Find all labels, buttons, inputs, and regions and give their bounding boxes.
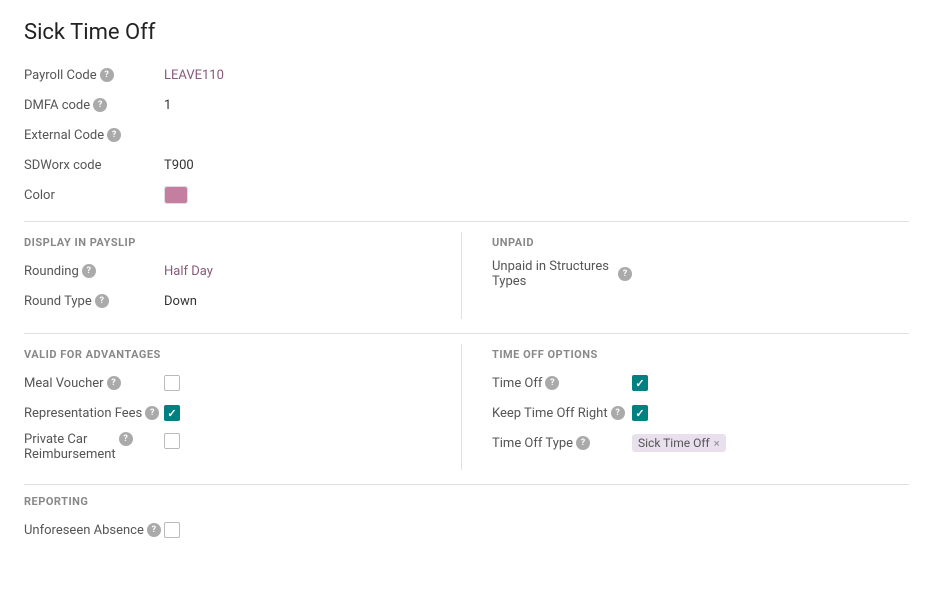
keep-time-off-right-label: Keep Time Off Right ? xyxy=(492,406,632,421)
payroll-code-row: Payroll Code ? LEAVE110 xyxy=(24,63,909,87)
dmfa-code-value: 1 xyxy=(164,98,171,113)
divider-bottom xyxy=(24,484,909,485)
time-off-type-help-icon[interactable]: ? xyxy=(576,436,590,450)
rounding-row: Rounding ? Half Day xyxy=(24,259,441,283)
meal-voucher-row: Meal Voucher ? xyxy=(24,371,441,395)
round-type-row: Round Type ? Down xyxy=(24,289,441,313)
round-type-label: Round Type ? xyxy=(24,294,164,309)
unpaid-section: UNPAID Unpaid in Structures Types ? xyxy=(462,232,909,319)
private-car-row: Private Car Reimbursement ? xyxy=(24,431,441,462)
payroll-code-label: Payroll Code ? xyxy=(24,68,164,83)
payroll-code-value: LEAVE110 xyxy=(164,68,224,83)
unpaid-in-structures-row: Unpaid in Structures Types ? xyxy=(492,259,909,289)
display-in-payslip-title: DISPLAY IN PAYSLIP xyxy=(24,236,441,249)
private-car-label: Private Car Reimbursement ? xyxy=(24,431,164,462)
sdworx-code-label: SDWorx code xyxy=(24,158,164,173)
unforeseen-absence-checkbox[interactable] xyxy=(164,522,180,538)
color-swatch[interactable] xyxy=(164,186,188,204)
rounding-help-icon[interactable]: ? xyxy=(82,264,96,278)
page-title: Sick Time Off xyxy=(24,20,909,45)
representation-fees-checkbox[interactable] xyxy=(164,405,180,421)
external-code-help-icon[interactable]: ? xyxy=(107,128,121,142)
time-off-help-icon[interactable]: ? xyxy=(545,376,559,390)
rounding-label: Rounding ? xyxy=(24,264,164,279)
time-off-type-label: Time Off Type ? xyxy=(492,436,632,451)
representation-fees-label: Representation Fees ? xyxy=(24,406,164,421)
round-type-value: Down xyxy=(164,294,197,309)
unpaid-title: UNPAID xyxy=(492,236,909,249)
valid-for-advantages-section: VALID FOR ADVANTAGES Meal Voucher ? Repr… xyxy=(24,344,462,470)
time-off-options-section: TIME OFF OPTIONS Time Off ? Keep Time Of… xyxy=(462,344,909,470)
time-off-type-row: Time Off Type ? Sick Time Off × xyxy=(492,431,909,455)
private-car-help-icon[interactable]: ? xyxy=(119,432,133,446)
unpaid-in-structures-help-icon[interactable]: ? xyxy=(618,267,632,281)
meal-voucher-help-icon[interactable]: ? xyxy=(107,376,121,390)
valid-for-advantages-title: VALID FOR ADVANTAGES xyxy=(24,348,441,361)
representation-fees-help-icon[interactable]: ? xyxy=(145,406,159,420)
unforeseen-absence-row: Unforeseen Absence ? xyxy=(24,518,909,542)
display-in-payslip-section: DISPLAY IN PAYSLIP Rounding ? Half Day R… xyxy=(24,232,462,319)
time-off-type-tag: Sick Time Off × xyxy=(632,434,726,452)
dmfa-code-label: DMFA code ? xyxy=(24,98,164,113)
color-label: Color xyxy=(24,188,164,203)
time-off-options-title: TIME OFF OPTIONS xyxy=(492,348,909,361)
private-car-checkbox[interactable] xyxy=(164,433,180,449)
keep-time-off-right-checkbox[interactable] xyxy=(632,405,648,421)
external-code-label: External Code ? xyxy=(24,128,164,143)
reporting-title: REPORTING xyxy=(24,495,909,508)
round-type-help-icon[interactable]: ? xyxy=(95,294,109,308)
time-off-checkbox[interactable] xyxy=(632,375,648,391)
external-code-row: External Code ? xyxy=(24,123,909,147)
time-off-type-tag-close[interactable]: × xyxy=(714,437,720,450)
keep-time-off-right-row: Keep Time Off Right ? xyxy=(492,401,909,425)
color-row: Color xyxy=(24,183,909,207)
representation-fees-row: Representation Fees ? xyxy=(24,401,441,425)
meal-voucher-checkbox[interactable] xyxy=(164,375,180,391)
rounding-value: Half Day xyxy=(164,264,213,279)
payroll-code-help-icon[interactable]: ? xyxy=(100,68,114,82)
unpaid-in-structures-label: Unpaid in Structures Types ? xyxy=(492,259,632,289)
unforeseen-absence-help-icon[interactable]: ? xyxy=(147,523,161,537)
keep-time-off-right-help-icon[interactable]: ? xyxy=(611,406,625,420)
meal-voucher-label: Meal Voucher ? xyxy=(24,376,164,391)
dmfa-code-help-icon[interactable]: ? xyxy=(93,98,107,112)
sdworx-code-row: SDWorx code T900 xyxy=(24,153,909,177)
divider-middle xyxy=(24,333,909,334)
divider-top xyxy=(24,221,909,222)
time-off-row: Time Off ? xyxy=(492,371,909,395)
advantages-timeoptions-section: VALID FOR ADVANTAGES Meal Voucher ? Repr… xyxy=(24,344,909,470)
reporting-section: REPORTING Unforeseen Absence ? xyxy=(24,495,909,542)
dmfa-code-row: DMFA code ? 1 xyxy=(24,93,909,117)
display-unpaid-section: DISPLAY IN PAYSLIP Rounding ? Half Day R… xyxy=(24,232,909,319)
unforeseen-absence-label: Unforeseen Absence ? xyxy=(24,523,164,538)
sdworx-code-value: T900 xyxy=(164,158,194,173)
time-off-label: Time Off ? xyxy=(492,376,632,391)
